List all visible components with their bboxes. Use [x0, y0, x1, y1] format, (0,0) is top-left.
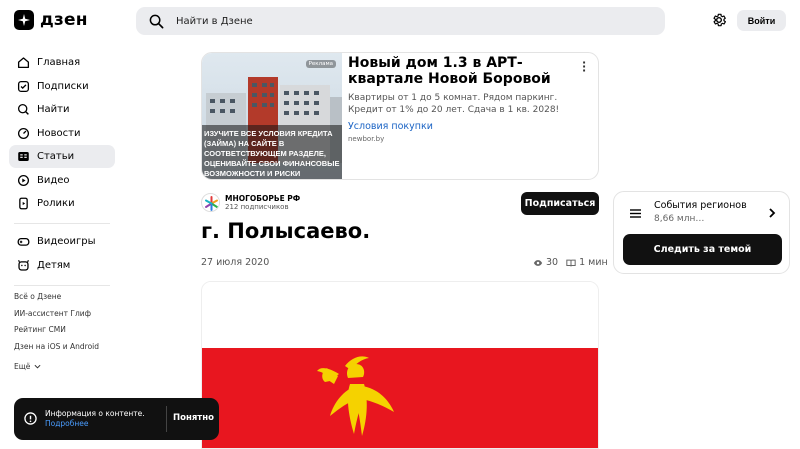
footer-link-media-rating[interactable]: Рейтинг СМИ — [14, 325, 99, 342]
toast-more-link[interactable]: Подробнее — [45, 419, 145, 429]
channel-subscribers: 212 подписчиков — [225, 203, 289, 211]
channel-name[interactable]: МНОГОБОРЬЕ РФ — [225, 194, 300, 203]
sidebar-item-label: Видеоигры — [37, 236, 96, 247]
more-options-icon[interactable]: · · · — [582, 57, 586, 76]
ad-domain: newbor.by — [348, 135, 385, 143]
channel-info[interactable]: МНОГОБОРЬЕ РФ 212 подписчиков — [201, 193, 300, 212]
follow-topic-button[interactable]: Следить за темой — [623, 234, 782, 265]
sidebar-item-label: Подписки — [37, 80, 89, 92]
ad-image-disclaimer: ИЗУЧИТЕ ВСЕ УСЛОВИЯ КРЕДИТА (ЗАЙМА) НА С… — [204, 129, 340, 178]
logo-text: дзен — [40, 10, 88, 30]
search-bar[interactable]: Найти в Дзене — [136, 7, 665, 35]
sidebar-item-news[interactable]: Новости — [9, 122, 115, 145]
sidebar-item-games[interactable]: Видеоигры — [9, 230, 115, 253]
video-icon — [17, 174, 30, 186]
sidebar-item-shorts[interactable]: Ролики — [9, 192, 115, 215]
ad-link[interactable]: Условия покупки — [348, 121, 433, 132]
sidebar-item-search[interactable]: Найти — [9, 98, 115, 121]
footer-link-assistant[interactable]: ИИ-ассистент Глиф — [14, 309, 99, 326]
read-time-stat: 1 мин — [566, 257, 608, 268]
read-time: 1 мин — [579, 257, 608, 268]
article-title: г. Полысаево. — [201, 219, 371, 243]
toast-divider — [166, 406, 167, 432]
toast-message: Информация о контенте. Подробнее — [45, 409, 145, 429]
topic-count: 8,66 млн… — [654, 214, 705, 224]
search-icon — [149, 14, 164, 28]
info-icon — [24, 412, 37, 425]
toast-ok-button[interactable]: Понятно — [173, 413, 214, 423]
dzen-logo-icon — [14, 10, 34, 30]
home-icon — [17, 57, 30, 69]
shorts-icon — [19, 197, 28, 210]
sidebar-item-label: Видео — [37, 174, 70, 186]
sidebar-item-label: Статьи — [37, 151, 75, 162]
article-stats: 30 1 мин — [533, 257, 608, 268]
gamepad-icon — [17, 238, 30, 246]
sidebar-item-label: Детям — [37, 259, 71, 271]
ad-title[interactable]: Новый дом 1.3 в АРТ-квартале Новой Боров… — [348, 55, 578, 87]
eye-icon — [533, 259, 543, 266]
kids-icon — [18, 259, 29, 271]
sidebar-item-subscriptions[interactable]: Подписки — [9, 75, 115, 98]
sidebar-footer: Всё о Дзене ИИ-ассистент Глиф Рейтинг СМ… — [14, 292, 99, 375]
topic-card: События регионов 8,66 млн… Следить за те… — [613, 191, 790, 274]
content-info-toast: Информация о контенте. Подробнее Понятно — [14, 398, 219, 440]
search-input[interactable]: Найти в Дзене — [176, 16, 253, 27]
sidebar-item-kids[interactable]: Детям — [9, 254, 115, 277]
avatar[interactable] — [201, 193, 220, 212]
subscriptions-icon — [17, 80, 30, 92]
gear-icon[interactable] — [711, 12, 727, 28]
article-image-flag — [201, 281, 599, 449]
sidebar: Главная Подписки Найти Новости Статьи Ви… — [9, 51, 115, 292]
ad-description: Квартиры от 1 до 5 комнат. Рядом паркинг… — [348, 93, 560, 115]
sidebar-item-label: Новости — [37, 127, 81, 139]
sidebar-item-label: Найти — [37, 104, 70, 115]
sidebar-item-home[interactable]: Главная — [9, 51, 115, 74]
articles-icon — [18, 152, 29, 161]
login-button[interactable]: Войти — [737, 10, 786, 31]
chevron-right-icon[interactable] — [768, 207, 776, 219]
sidebar-divider — [14, 284, 110, 286]
footer-link-about[interactable]: Всё о Дзене — [14, 292, 99, 309]
chevron-down-icon — [34, 364, 41, 369]
channel-logo-icon — [202, 194, 219, 211]
book-icon — [566, 259, 576, 266]
footer-more-label: Ещё — [14, 361, 31, 371]
menu-icon — [630, 209, 641, 218]
footer-link-mobile-apps[interactable]: Дзен на iOS и Android — [14, 342, 99, 359]
footer-more[interactable]: Ещё — [14, 358, 99, 375]
sidebar-item-label: Ролики — [37, 198, 75, 209]
ad-card[interactable]: ИЗУЧИТЕ ВСЕ УСЛОВИЯ КРЕДИТА (ЗАЙМА) НА С… — [201, 52, 599, 180]
search-icon — [17, 103, 29, 115]
sidebar-divider — [14, 223, 110, 224]
subscribe-button[interactable]: Подписаться — [521, 192, 599, 215]
dzen-logo[interactable]: дзен — [14, 10, 88, 30]
toast-text: Информация о контенте. — [45, 409, 145, 418]
topic-name[interactable]: События регионов — [654, 200, 747, 211]
article-date: 27 июля 2020 — [201, 257, 270, 268]
sidebar-item-video[interactable]: Видео — [9, 169, 115, 192]
sidebar-item-label: Главная — [37, 57, 81, 68]
views-stat: 30 — [533, 257, 558, 268]
ad-badge: Реклама — [305, 60, 336, 68]
views-count: 30 — [546, 257, 559, 268]
news-icon — [17, 127, 30, 139]
ad-image: ИЗУЧИТЕ ВСЕ УСЛОВИЯ КРЕДИТА (ЗАЙМА) НА С… — [202, 53, 342, 179]
city-flag-image — [202, 282, 598, 448]
sidebar-item-articles[interactable]: Статьи — [9, 145, 115, 168]
